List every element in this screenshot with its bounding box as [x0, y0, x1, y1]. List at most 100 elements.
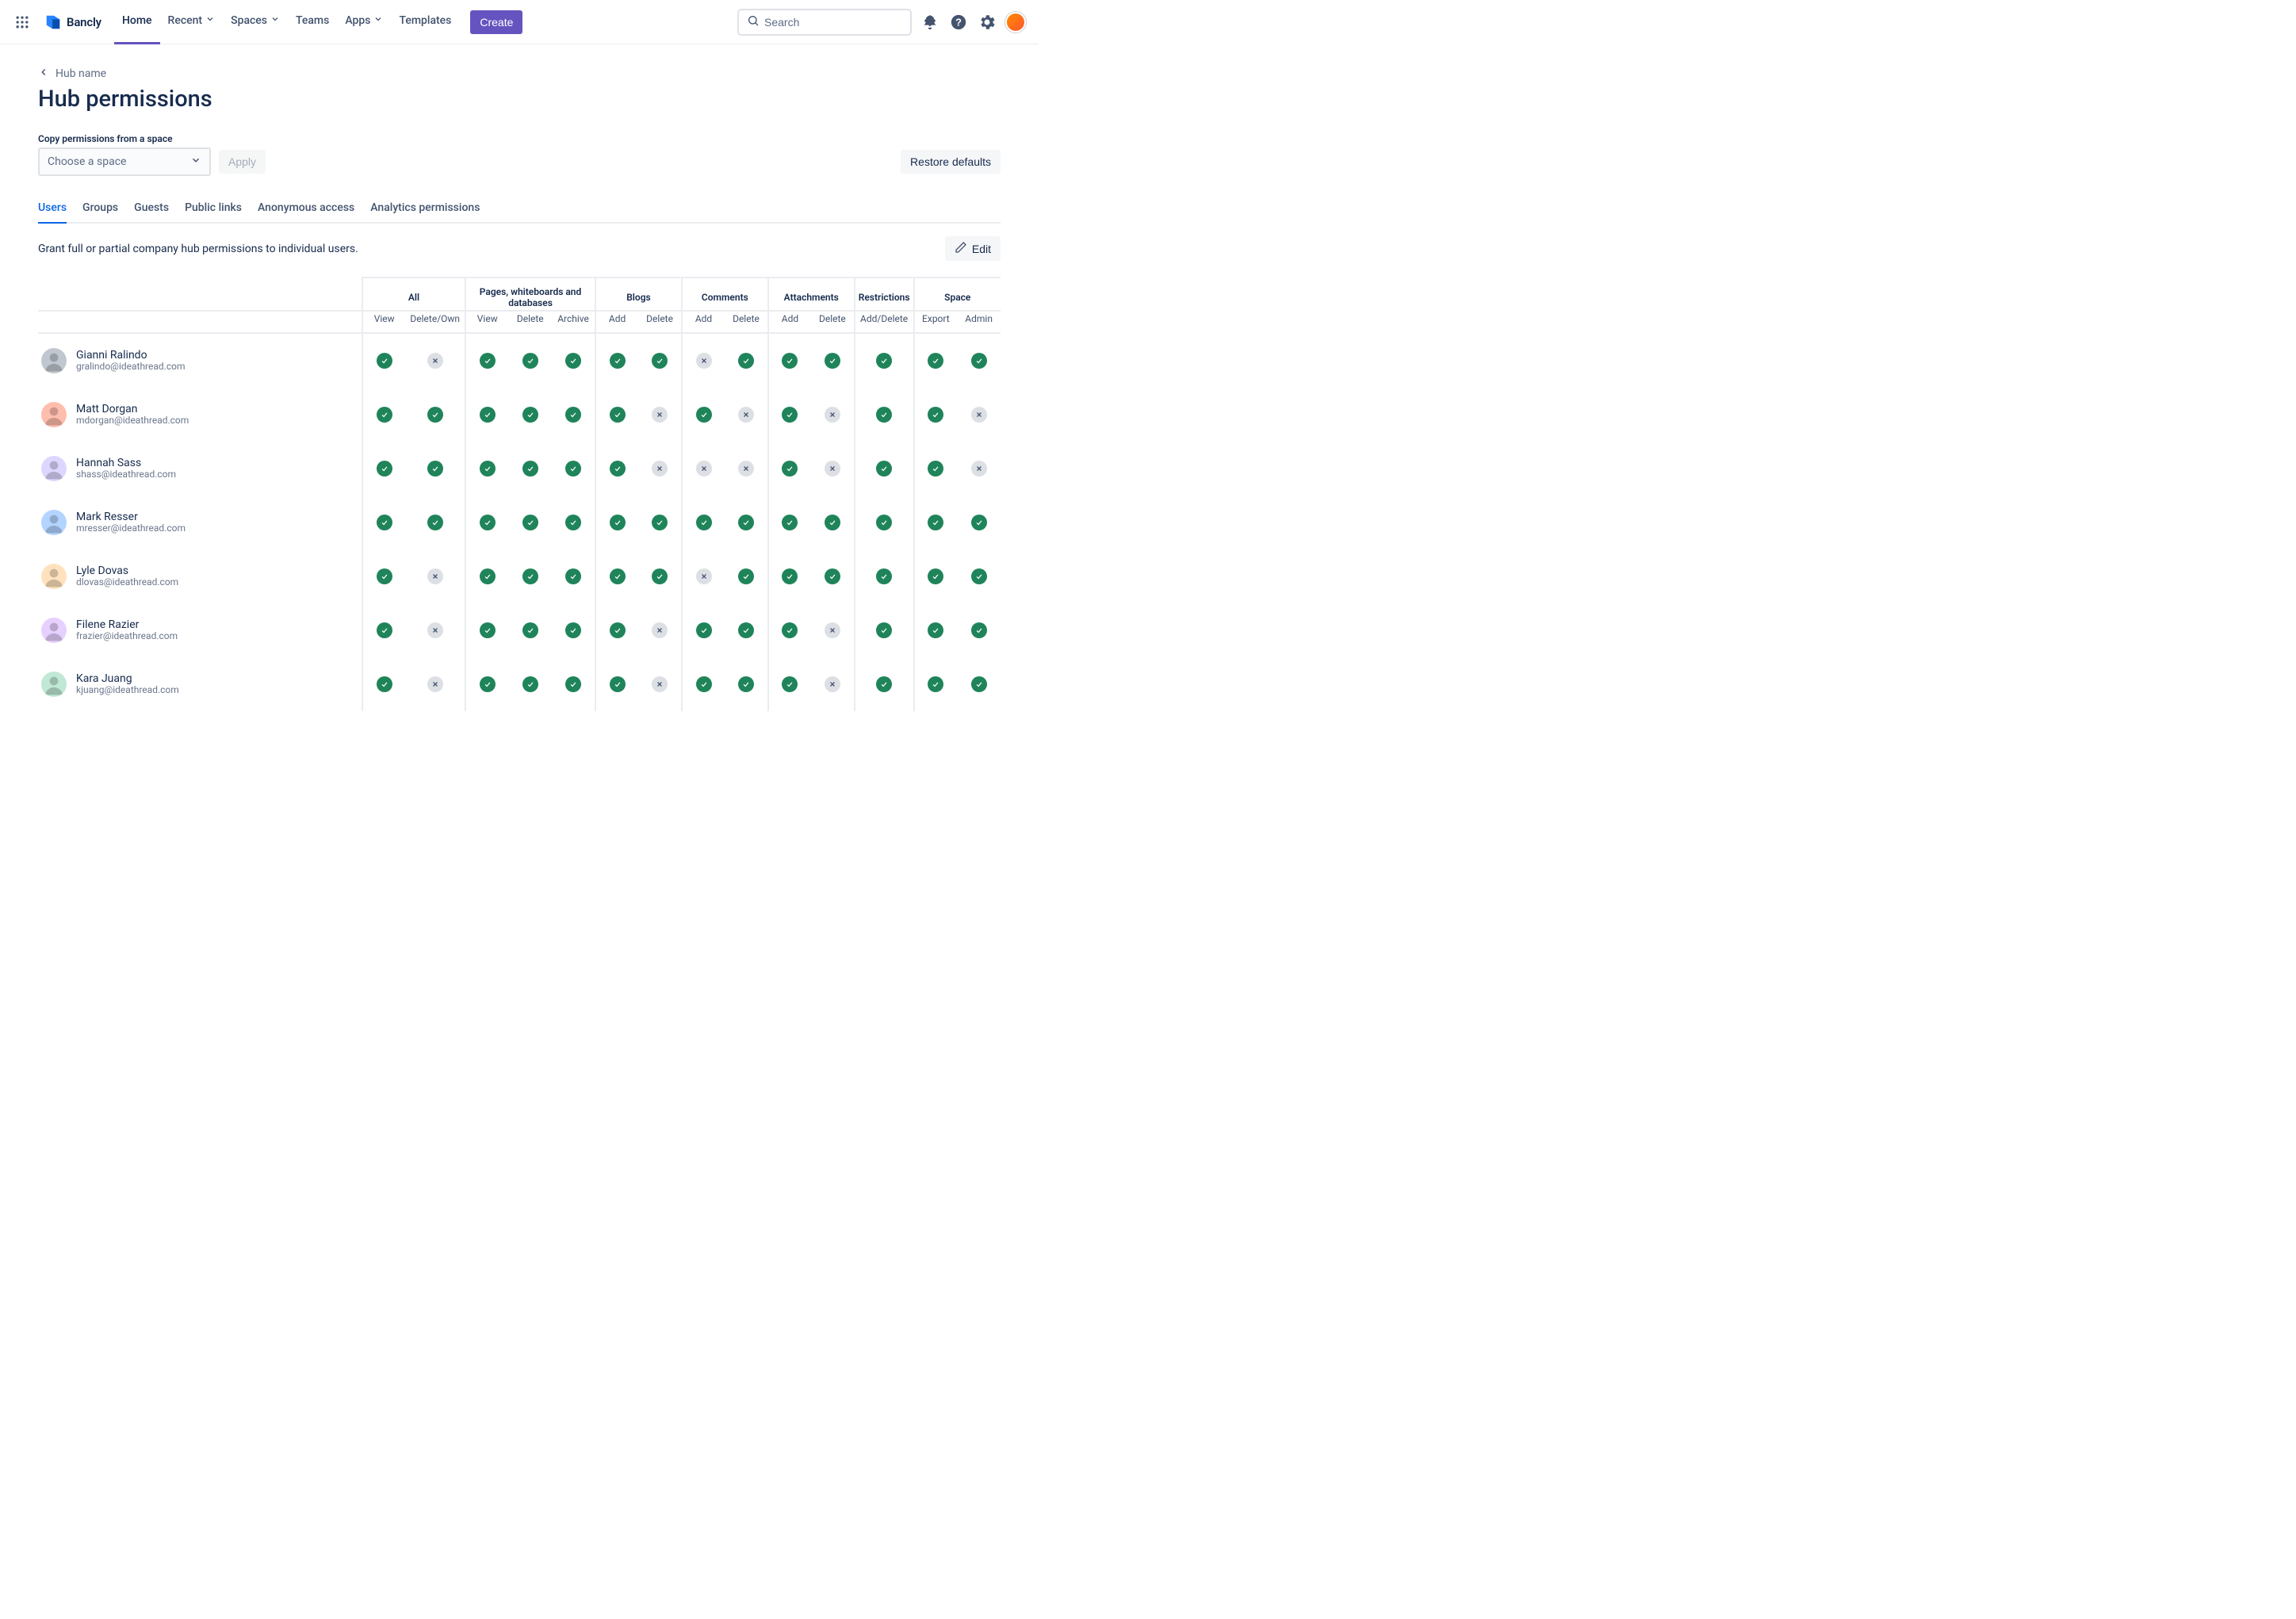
notifications-icon[interactable] [920, 12, 940, 33]
permission-granted-icon [610, 353, 626, 369]
permission-denied-icon [971, 407, 987, 423]
tab-guests[interactable]: Guests [134, 195, 169, 224]
column-group-header: Comments [682, 277, 768, 311]
search-input[interactable] [764, 16, 902, 29]
permission-denied-icon [652, 622, 668, 638]
brand-logo-icon [44, 13, 62, 31]
brand-logo[interactable]: Bancly [38, 13, 108, 31]
column-group-header: Space [914, 277, 1001, 311]
permission-denied-icon [652, 676, 668, 692]
nav-item-label: Recent [168, 14, 203, 27]
breadcrumb-back[interactable]: Hub name [38, 67, 1001, 81]
permission-denied-icon [427, 622, 443, 638]
tab-users[interactable]: Users [38, 195, 67, 224]
user-name: Filene Razier [76, 618, 178, 631]
user-avatar [41, 510, 67, 535]
profile-avatar[interactable] [1005, 12, 1026, 33]
nav-item-home[interactable]: Home [114, 0, 160, 44]
column-sub-header: Add [595, 311, 638, 333]
permission-granted-icon [610, 461, 626, 477]
table-row: Hannah Sassshass@ideathread.com [38, 442, 1001, 496]
user-name: Lyle Dovas [76, 565, 178, 577]
permission-granted-icon [480, 407, 496, 423]
user-avatar [41, 456, 67, 481]
user-email: mresser@ideathread.com [76, 523, 186, 534]
permission-denied-icon [971, 461, 987, 477]
user-cell: Kara Juangkjuang@ideathread.com [41, 664, 358, 705]
permission-denied-icon [825, 407, 840, 423]
permission-granted-icon [480, 461, 496, 477]
edit-button[interactable]: Edit [945, 236, 1001, 261]
permission-granted-icon [565, 622, 581, 638]
permission-granted-icon [928, 461, 943, 477]
table-row: Mark Ressermresser@ideathread.com [38, 496, 1001, 549]
tab-anonymous-access[interactable]: Anonymous access [258, 195, 354, 224]
permission-granted-icon [971, 676, 987, 692]
choose-space-select[interactable]: Choose a space [38, 147, 211, 176]
table-row: Lyle Dovasdlovas@ideathread.com [38, 549, 1001, 603]
user-avatar [41, 618, 67, 643]
permission-granted-icon [377, 461, 392, 477]
chevron-down-icon [270, 14, 280, 27]
table-row: Kara Juangkjuang@ideathread.com [38, 657, 1001, 711]
user-name: Matt Dorgan [76, 403, 189, 415]
column-sub-header: Export [914, 311, 958, 333]
nav-item-teams[interactable]: Teams [288, 0, 337, 44]
column-sub-header: Add [682, 311, 725, 333]
nav-item-label: Spaces [231, 14, 267, 27]
permission-denied-icon [427, 568, 443, 584]
search-input-container[interactable] [737, 9, 912, 36]
permission-granted-icon [610, 515, 626, 530]
permission-granted-icon [971, 568, 987, 584]
permission-granted-icon [565, 353, 581, 369]
column-group-header: Blogs [595, 277, 682, 311]
column-sub-header: View [465, 311, 508, 333]
nav-item-label: Home [122, 14, 152, 27]
create-button[interactable]: Create [470, 10, 522, 34]
search-icon [747, 14, 760, 30]
column-sub-header: Delete [638, 311, 682, 333]
permission-granted-icon [652, 515, 668, 530]
apply-button[interactable]: Apply [219, 150, 266, 174]
permission-granted-icon [652, 353, 668, 369]
user-cell: Mark Ressermresser@ideathread.com [41, 502, 358, 543]
choose-space-placeholder: Choose a space [48, 155, 126, 168]
table-row: Filene Razierfrazier@ideathread.com [38, 603, 1001, 657]
settings-icon[interactable] [977, 12, 997, 33]
pencil-icon [955, 241, 967, 256]
permission-granted-icon [565, 568, 581, 584]
restore-defaults-button[interactable]: Restore defaults [901, 150, 1001, 174]
user-name: Mark Resser [76, 511, 186, 523]
permission-granted-icon [522, 568, 538, 584]
nav-item-templates[interactable]: Templates [391, 0, 459, 44]
permission-granted-icon [427, 515, 443, 530]
column-sub-header: Delete [508, 311, 552, 333]
tab-groups[interactable]: Groups [82, 195, 118, 224]
permission-granted-icon [928, 622, 943, 638]
nav-item-apps[interactable]: Apps [337, 0, 391, 44]
user-name: Hannah Sass [76, 457, 176, 469]
user-avatar [41, 348, 67, 373]
nav-item-label: Apps [345, 14, 370, 27]
column-sub-header: Archive [552, 311, 595, 333]
permission-granted-icon [876, 676, 892, 692]
column-sub-header: View [362, 311, 405, 333]
help-icon[interactable]: ? [948, 12, 969, 33]
chevron-down-icon [190, 155, 201, 169]
permission-granted-icon [876, 622, 892, 638]
column-sub-header: Delete/Own [405, 311, 465, 333]
tab-public-links[interactable]: Public links [185, 195, 242, 224]
permission-granted-icon [782, 622, 798, 638]
permission-granted-icon [480, 622, 496, 638]
permission-granted-icon [377, 353, 392, 369]
tab-analytics-permissions[interactable]: Analytics permissions [370, 195, 480, 224]
app-switcher-icon[interactable] [13, 13, 32, 32]
permission-denied-icon [738, 407, 754, 423]
nav-item-recent[interactable]: Recent [160, 0, 224, 44]
column-group-header: Pages, whiteboards and databases [465, 277, 595, 311]
nav-item-spaces[interactable]: Spaces [223, 0, 288, 44]
permission-denied-icon [652, 461, 668, 477]
breadcrumb-label: Hub name [55, 67, 106, 80]
permission-granted-icon [522, 461, 538, 477]
permission-granted-icon [782, 353, 798, 369]
